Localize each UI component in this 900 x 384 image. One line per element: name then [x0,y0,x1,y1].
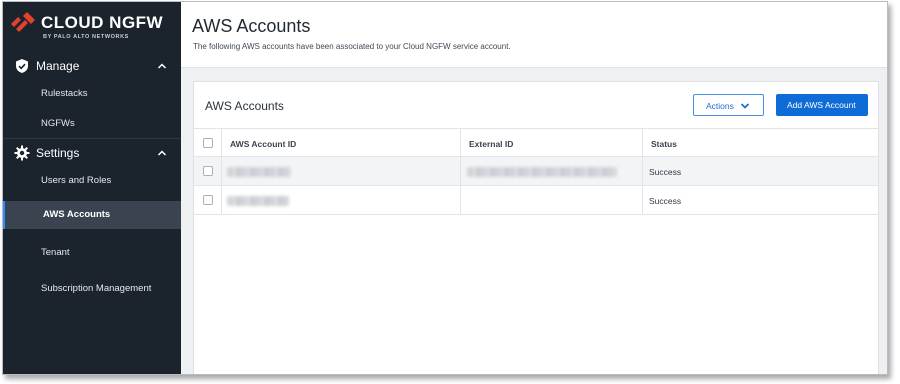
chevron-down-icon [740,103,750,109]
actions-dropdown-button[interactable]: Actions [693,94,764,116]
column-header[interactable]: AWS Account ID [221,129,460,156]
external-id-cell [460,186,642,214]
row-select-cell [194,186,221,214]
account-id-cell [221,186,460,214]
shield-check-icon [16,59,28,73]
brand-subtitle: BY PALO ALTO NETWORKS [43,34,129,40]
palo-alto-logo [11,12,35,32]
main-content: AWS Accounts The following AWS accounts … [181,2,887,374]
sidebar-section-label: Settings [36,146,80,160]
table-header-row: AWS Account ID External ID Status [194,128,878,157]
column-header-label: Status [651,139,677,149]
sidebar-item-tenant[interactable]: Tenant [3,239,181,267]
external-id-cell [460,157,642,185]
brand-name: CLOUD NGFW [41,13,164,32]
sidebar-item-subscription-management[interactable]: Subscription Management [3,275,181,303]
sidebar-item-rulestacks[interactable]: Rulestacks [3,80,181,108]
status-cell: Success [642,186,878,214]
card-title: AWS Accounts [205,99,284,113]
sidebar-item-label: Users and Roles [41,175,112,186]
chevron-up-icon[interactable] [157,148,167,158]
table-row[interactable]: Success [194,186,878,215]
sidebar: CLOUD NGFW BY PALO ALTO NETWORKS Manage … [3,2,181,374]
row-select-cell [194,157,221,185]
sidebar-item-label: Subscription Management [41,283,152,294]
redacted-account-id [227,196,289,206]
sidebar-item-label: AWS Accounts [43,209,111,220]
page-header: AWS Accounts The following AWS accounts … [181,2,887,68]
sidebar-item-aws-accounts[interactable]: AWS Accounts [3,201,181,229]
sidebar-section-manage[interactable]: Manage [3,52,181,80]
row-checkbox[interactable] [203,195,213,205]
account-id-cell [221,157,460,185]
status-text: Success [649,167,682,177]
aws-accounts-card: AWS Accounts Actions Add AWS Account AWS… [193,81,879,374]
status-text: Success [649,196,682,206]
app-window: CLOUD NGFW BY PALO ALTO NETWORKS Manage … [2,1,888,375]
sidebar-item-ngfws[interactable]: NGFWs [3,110,181,138]
sidebar-item-users-and-roles[interactable]: Users and Roles [3,167,181,195]
row-checkbox[interactable] [203,166,213,176]
sidebar-section-label: Manage [36,59,80,73]
table-row[interactable]: Success [194,157,878,186]
column-header[interactable]: External ID [460,129,642,156]
status-cell: Success [642,157,878,185]
sidebar-item-label: NGFWs [41,118,75,129]
actions-label: Actions [706,101,734,111]
page-description: The following AWS accounts have been ass… [193,42,511,51]
add-aws-account-label: Add AWS Account [787,100,856,110]
brand[interactable]: CLOUD NGFW BY PALO ALTO NETWORKS [9,10,179,44]
column-header[interactable]: Status [642,129,878,156]
column-header-label: AWS Account ID [230,139,297,149]
sidebar-item-label: Tenant [41,247,70,258]
redacted-account-id [227,167,291,177]
redacted-external-id [467,167,617,177]
gear-icon [14,145,30,161]
sidebar-item-label: Rulestacks [41,88,88,99]
column-header-label: External ID [469,139,514,149]
add-aws-account-button[interactable]: Add AWS Account [776,94,868,116]
select-all-cell [194,129,221,156]
page-title: AWS Accounts [192,16,311,36]
sidebar-section-settings[interactable]: Settings [3,138,181,166]
select-all-checkbox[interactable] [203,138,213,148]
chevron-up-icon[interactable] [157,61,167,71]
